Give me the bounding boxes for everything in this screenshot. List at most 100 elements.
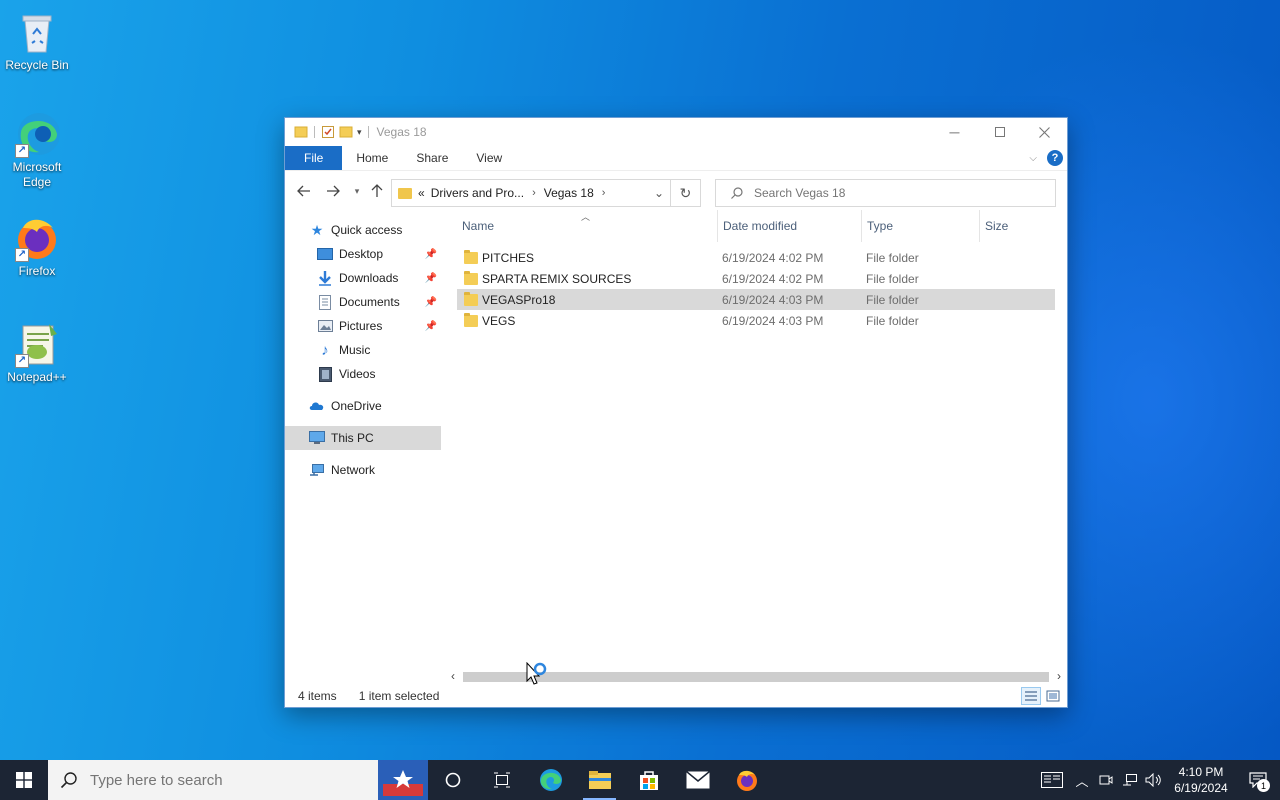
address-bar[interactable]: « Drivers and Pro... › Vegas 18 › ⌄ ↻ xyxy=(391,179,701,207)
recycle-bin-icon xyxy=(13,8,61,56)
large-icons-view-button[interactable] xyxy=(1043,687,1063,705)
sidebar-item-desktop[interactable]: Desktop 📌 xyxy=(285,242,441,266)
minimize-button[interactable]: ─ xyxy=(932,118,977,146)
file-type: File folder xyxy=(866,292,919,307)
taskbar-edge[interactable] xyxy=(526,760,575,800)
explorer-body: ★ Quick access Desktop 📌 Downloads 📌 Doc… xyxy=(285,210,1067,685)
refresh-button[interactable]: ↻ xyxy=(670,180,700,206)
taskbar-file-explorer[interactable] xyxy=(575,760,624,800)
file-row[interactable]: PITCHES 6/19/2024 4:02 PM File folder xyxy=(457,247,1067,268)
cortana-button[interactable] xyxy=(428,760,477,800)
title-bar[interactable]: ▾ Vegas 18 ─ xyxy=(285,118,1067,146)
volume-icon[interactable] xyxy=(1142,760,1166,800)
tab-home[interactable]: Home xyxy=(342,146,402,170)
sidebar-item-label: Music xyxy=(339,343,371,357)
firefox-icon: ↗ xyxy=(13,214,61,262)
pin-icon[interactable]: 📌 xyxy=(425,297,437,308)
file-row-selected[interactable]: VEGASPro18 6/19/2024 4:03 PM File folder xyxy=(457,289,1055,310)
cloud-icon xyxy=(309,398,325,414)
forward-button[interactable] xyxy=(322,180,344,202)
expand-ribbon-icon[interactable]: ⌵ xyxy=(1029,153,1037,164)
taskbar-store[interactable] xyxy=(624,760,673,800)
tab-view[interactable]: View xyxy=(462,146,516,170)
star-icon: ★ xyxy=(310,221,324,238)
action-center-button[interactable]: 1 xyxy=(1236,760,1280,800)
pin-icon[interactable]: 📌 xyxy=(425,321,437,332)
search-input[interactable] xyxy=(754,186,1054,200)
store-icon xyxy=(639,771,658,790)
chevron-right-icon[interactable]: › xyxy=(602,187,606,199)
taskbar-mail[interactable] xyxy=(673,760,722,800)
up-button[interactable] xyxy=(366,180,388,202)
back-button[interactable] xyxy=(293,180,315,202)
sidebar-item-onedrive[interactable]: OneDrive xyxy=(285,394,441,418)
desktop-icon-firefox[interactable]: ↗ Firefox xyxy=(0,214,74,279)
breadcrumb-overflow[interactable]: « xyxy=(418,186,425,200)
desktop-icon-recycle-bin[interactable]: Recycle Bin xyxy=(0,8,74,73)
maximize-button[interactable] xyxy=(977,118,1022,146)
desktop-icon-edge[interactable]: ↗ Microsoft Edge xyxy=(0,110,74,190)
sidebar-item-network[interactable]: Network xyxy=(285,458,441,482)
scroll-right-icon[interactable]: › xyxy=(1051,669,1067,683)
breadcrumb-vegas18[interactable]: Vegas 18 xyxy=(544,186,594,200)
close-button[interactable] xyxy=(1022,118,1067,146)
news-highlight-icon[interactable] xyxy=(378,760,428,800)
folder-icon xyxy=(464,271,478,285)
scroll-left-icon[interactable]: ‹ xyxy=(445,669,461,683)
folder-icon xyxy=(464,250,478,264)
taskbar-search-box[interactable] xyxy=(48,760,378,800)
windows-logo-icon xyxy=(16,772,32,788)
column-header-date[interactable]: Date modified xyxy=(717,210,861,242)
mail-icon xyxy=(685,771,710,789)
sidebar-item-label: Pictures xyxy=(339,319,383,333)
taskbar-clock[interactable]: 4:10 PM 6/19/2024 xyxy=(1166,764,1236,796)
recent-locations-button[interactable]: ▾ xyxy=(346,180,368,202)
breadcrumb-drivers[interactable]: Drivers and Pro... xyxy=(431,186,524,200)
file-row[interactable]: SPARTA REMIX SOURCES 6/19/2024 4:02 PM F… xyxy=(457,268,1067,289)
properties-icon[interactable] xyxy=(321,125,335,139)
start-button[interactable] xyxy=(0,760,48,800)
sidebar-item-this-pc[interactable]: This PC xyxy=(285,426,441,450)
file-explorer-window: ▾ Vegas 18 ─ File Home Share View ⌵ ? ▾ … xyxy=(284,117,1068,708)
download-arrow-icon xyxy=(317,270,333,286)
sidebar-item-videos[interactable]: Videos xyxy=(285,362,441,386)
sidebar-item-downloads[interactable]: Downloads 📌 xyxy=(285,266,441,290)
file-name: VEGS xyxy=(482,313,516,328)
column-header-name[interactable]: Name xyxy=(457,210,717,242)
taskbar-search-input[interactable] xyxy=(90,771,310,789)
sidebar-item-quick-access[interactable]: ★ Quick access xyxy=(285,218,441,242)
sidebar-item-pictures[interactable]: Pictures 📌 xyxy=(285,314,441,338)
search-box[interactable] xyxy=(715,179,1056,207)
desktop-icon-notepadpp[interactable]: ↗ Notepad++ xyxy=(0,320,74,385)
chevron-right-icon[interactable]: › xyxy=(532,187,536,199)
task-view-button[interactable] xyxy=(477,760,526,800)
news-and-interests-icon[interactable] xyxy=(1034,760,1070,800)
help-icon[interactable]: ? xyxy=(1047,150,1063,166)
folder-icon xyxy=(294,126,308,138)
folder-icon xyxy=(398,187,412,199)
navigation-row: ▾ « Drivers and Pro... › Vegas 18 › ⌄ ↻ xyxy=(285,170,1067,210)
file-date: 6/19/2024 4:02 PM xyxy=(722,250,824,265)
details-view-button[interactable] xyxy=(1021,687,1041,705)
navigation-pane: ★ Quick access Desktop 📌 Downloads 📌 Doc… xyxy=(285,210,441,685)
pin-icon[interactable]: 📌 xyxy=(425,249,437,260)
chevron-up-icon[interactable]: ︿ xyxy=(1070,760,1094,800)
address-dropdown-icon[interactable]: ⌄ xyxy=(654,180,664,206)
taskbar-firefox[interactable] xyxy=(722,760,771,800)
new-folder-icon[interactable] xyxy=(339,125,353,139)
column-header-size[interactable]: Size xyxy=(979,210,1059,242)
edge-icon: ↗ xyxy=(13,110,61,158)
sidebar-item-label: This PC xyxy=(331,431,374,445)
shortcut-arrow-icon: ↗ xyxy=(15,248,29,262)
tab-file[interactable]: File xyxy=(285,146,343,170)
network-icon[interactable] xyxy=(1118,760,1142,800)
column-header-type[interactable]: Type xyxy=(861,210,979,242)
pin-icon[interactable]: 📌 xyxy=(425,273,437,284)
sidebar-item-documents[interactable]: Documents 📌 xyxy=(285,290,441,314)
tab-share[interactable]: Share xyxy=(402,146,462,170)
meet-now-icon[interactable] xyxy=(1094,760,1118,800)
file-row[interactable]: VEGS 6/19/2024 4:03 PM File folder xyxy=(457,310,1067,331)
file-date: 6/19/2024 4:02 PM xyxy=(722,271,824,286)
customize-toolbar-icon[interactable]: ▾ xyxy=(357,127,362,138)
sidebar-item-music[interactable]: ♪ Music xyxy=(285,338,441,362)
